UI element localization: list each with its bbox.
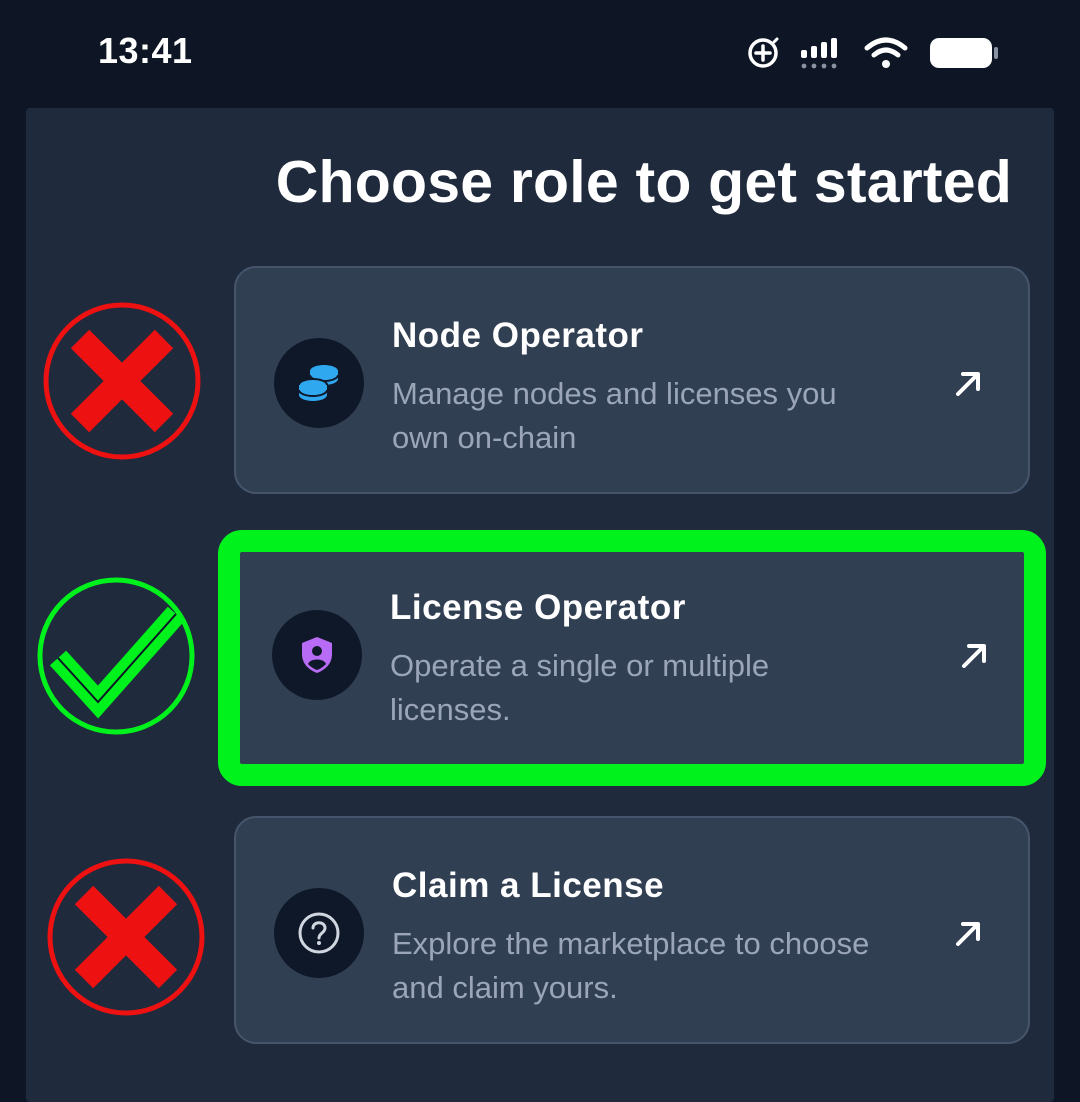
red-x-mark-icon bbox=[43, 302, 201, 460]
status-bar: 13:41 bbox=[0, 0, 1080, 108]
status-time: 13:41 bbox=[98, 30, 193, 71]
role-card-claim-license[interactable]: Claim a License Explore the marketplace … bbox=[234, 816, 1030, 1044]
question-circle-icon bbox=[298, 912, 340, 954]
role-description: Explore the marketplace to choose and cl… bbox=[392, 926, 870, 1005]
role-title: Claim a License bbox=[392, 866, 665, 905]
role-icon-container bbox=[274, 338, 364, 428]
role-card-license-operator[interactable]: License Operator Operate a single or mul… bbox=[218, 530, 1046, 786]
coins-stack-icon bbox=[298, 365, 339, 401]
battery-icon bbox=[930, 38, 998, 68]
page-title: Choose role to get started bbox=[275, 149, 1012, 215]
cellular-signal-icon bbox=[801, 38, 837, 69]
role-title: License Operator bbox=[390, 588, 686, 627]
orientation-lock-icon bbox=[748, 37, 779, 68]
arrow-up-right-icon bbox=[962, 644, 986, 668]
role-icon-container bbox=[272, 610, 362, 700]
arrow-up-right-icon bbox=[956, 372, 980, 396]
role-description: Manage nodes and licenses you own on-cha… bbox=[392, 376, 837, 455]
arrow-up-right-icon bbox=[956, 922, 980, 946]
role-icon-container bbox=[274, 888, 364, 978]
shield-user-icon bbox=[302, 637, 332, 673]
wifi-icon bbox=[864, 37, 908, 68]
role-card-node-operator[interactable]: Node Operator Manage nodes and licenses … bbox=[234, 266, 1030, 494]
role-description: Operate a single or multiple licenses. bbox=[390, 648, 770, 727]
green-check-mark-icon bbox=[37, 577, 195, 735]
role-title: Node Operator bbox=[392, 316, 644, 355]
red-x-mark-icon bbox=[47, 858, 205, 1016]
status-icons bbox=[746, 32, 1000, 74]
